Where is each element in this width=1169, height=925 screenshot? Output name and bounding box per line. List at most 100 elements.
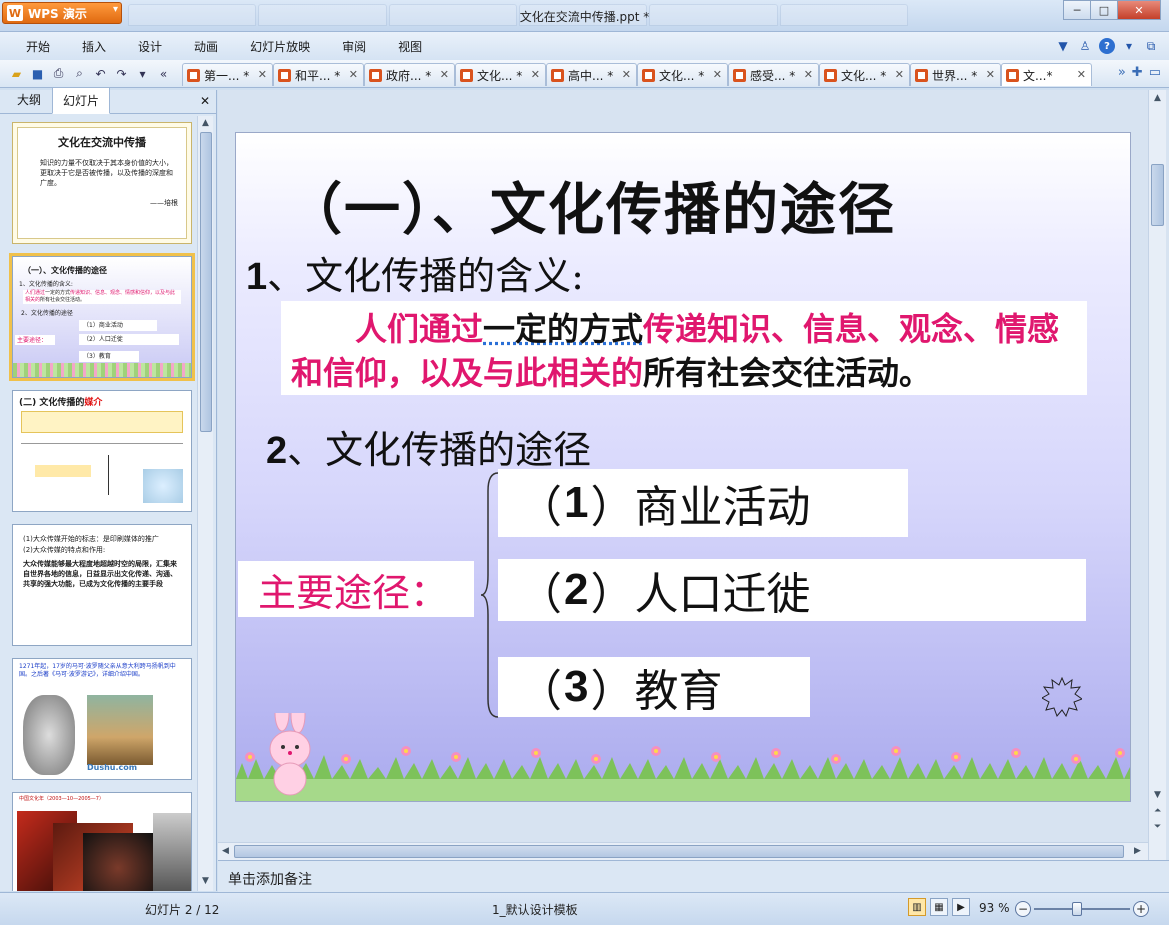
menu-insert[interactable]: 插入 (66, 38, 122, 55)
close-icon[interactable]: ✕ (804, 68, 813, 81)
close-icon[interactable]: ✕ (713, 68, 722, 81)
skin-icon[interactable]: ▼ (1055, 38, 1071, 54)
tab-slides[interactable]: 幻灯片 (52, 87, 111, 114)
scroll-up-icon[interactable]: ▲ (1154, 93, 1161, 103)
dock-icon[interactable]: ⧉ (1143, 38, 1159, 54)
close-button[interactable]: ✕ (1117, 0, 1161, 20)
new-tab-icon[interactable]: ✚ (1132, 65, 1143, 80)
menu-review[interactable]: 审阅 (326, 38, 382, 55)
prev-slide-icon[interactable]: ⏶ (1154, 806, 1161, 816)
thumb-title: (二) 文化传播的媒介 (19, 398, 103, 408)
slide-sorter-icon[interactable]: ▦ (930, 898, 948, 916)
route-number: 1 (564, 478, 589, 527)
menu-design[interactable]: 设计 (122, 38, 178, 55)
menu-animation[interactable]: 动画 (178, 38, 234, 55)
doc-tab-label: 感受... * (750, 68, 796, 83)
doc-tab-label: 文...* (1023, 68, 1053, 83)
doc-tab[interactable]: 文化... * ✕ (455, 63, 546, 86)
slide-vertical-scrollbar[interactable]: ▲ ▼ ⏶ ⏷ (1148, 90, 1166, 860)
menu-view[interactable]: 视图 (382, 38, 438, 55)
scroll-left-icon[interactable]: ◀ (222, 846, 229, 856)
slide-subheading-2[interactable]: 2、文化传播的途径 (266, 419, 591, 474)
chevron-down-icon[interactable]: ▾ (1121, 38, 1137, 54)
doc-tab[interactable]: 世界... * ✕ (910, 63, 1001, 86)
print-icon[interactable]: ⎙ (50, 65, 67, 82)
route-2-box[interactable]: （2）人口迁徙 (498, 559, 1086, 621)
scroll-down-icon[interactable]: ▼ (202, 876, 209, 886)
thumb-meadow (13, 363, 191, 377)
notes-pane[interactable]: 单击添加备注 (218, 860, 1169, 892)
title-bar: W WPS 演示 ▾ 文化在交流中传播.ppt * ─ □ ✕ (0, 0, 1169, 32)
slide-thumbnail-5[interactable]: 1271年起，17岁的马可·波罗随父亲从意大利跨马扬帆到中国。之后著《马可·波罗… (12, 658, 192, 780)
undo-icon[interactable]: ↶ (92, 65, 109, 82)
ppt-file-icon (551, 68, 564, 82)
route-label: 人口迁徙 (634, 569, 811, 620)
close-icon[interactable]: ✕ (440, 68, 449, 81)
doc-tab[interactable]: 感受... * ✕ (728, 63, 819, 86)
doc-tab[interactable]: 高中... * ✕ (546, 63, 637, 86)
slide-thumbnail-2[interactable]: （一）、文化传播的途径 1、文化传播的含义: 人们通过一定的方式传递知识、信息、… (9, 253, 195, 381)
menu-home[interactable]: 开始 (10, 38, 66, 55)
zoom-in-icon[interactable]: + (1133, 901, 1149, 917)
close-icon[interactable]: ✕ (349, 68, 358, 81)
close-icon[interactable]: ✕ (531, 68, 540, 81)
close-icon[interactable]: ✕ (1077, 68, 1086, 81)
slide-canvas[interactable]: （一）、文化传播的途径 1、文化传播的含义: 人们通过一定的方式传递知识、信息、… (235, 132, 1131, 802)
normal-view-icon[interactable]: ▥ (908, 898, 926, 916)
ppt-file-icon (460, 68, 473, 82)
main-route-label[interactable]: 主要途径： (238, 561, 474, 617)
tabs-scroll-right-icon[interactable]: » (1118, 65, 1126, 80)
scroll-up-icon[interactable]: ▲ (202, 118, 209, 128)
route-1-box[interactable]: （1）商业活动 (498, 469, 908, 537)
zoom-out-icon[interactable]: − (1015, 901, 1031, 917)
sub-text: 、文化传播的含义: (267, 254, 584, 298)
slide-title[interactable]: （一）、文化传播的途径 (286, 165, 896, 246)
thumb-body: 知识的力量不仅取决于其本身价值的大小，更取决于它是否被传播，以及传播的深度和广度… (40, 159, 173, 187)
scroll-down-icon[interactable]: ▼ (1154, 790, 1161, 800)
close-icon[interactable]: ✕ (200, 94, 210, 108)
doc-tab-label: 世界... * (932, 68, 978, 83)
save-icon[interactable]: ■ (29, 65, 46, 82)
scroll-thumb[interactable] (1151, 164, 1164, 226)
doc-tab[interactable]: 和平... * ✕ (273, 63, 364, 86)
print-preview-icon[interactable]: ⌕ (71, 65, 88, 82)
close-icon[interactable]: ✕ (622, 68, 631, 81)
doc-tab[interactable]: 文化... * ✕ (637, 63, 728, 86)
slideshow-view-icon[interactable]: ▶ (952, 898, 970, 916)
customize-toolbar-icon[interactable]: ▾ (134, 65, 151, 82)
doc-tab[interactable]: 文化... * ✕ (819, 63, 910, 86)
slide-thumbnail-3[interactable]: (二) 文化传播的媒介 (12, 390, 192, 512)
slide-thumbnail-6[interactable]: 中国文化年（2003—10—2005—7） (12, 792, 192, 891)
maximize-button[interactable]: □ (1090, 0, 1118, 20)
doc-tab[interactable]: 第一... * ✕ (182, 63, 273, 86)
doc-tab-active[interactable]: 文...* ✕ (1001, 63, 1092, 86)
scroll-right-icon[interactable]: ▶ (1134, 846, 1141, 856)
next-slide-icon[interactable]: ⏷ (1154, 822, 1161, 832)
close-icon[interactable]: ✕ (895, 68, 904, 81)
slide-horizontal-scrollbar[interactable]: ◀ ▶ (218, 842, 1148, 860)
shirt-icon[interactable]: ♙ (1077, 38, 1093, 54)
redo-icon[interactable]: ↷ (113, 65, 130, 82)
thumbnail-scrollbar[interactable]: ▲ ▼ (197, 116, 213, 891)
menu-slideshow[interactable]: 幻灯片放映 (234, 38, 326, 55)
tab-outline[interactable]: 大纲 (6, 86, 52, 113)
zoom-slider-track[interactable] (1034, 908, 1130, 910)
help-icon[interactable]: ? (1099, 38, 1115, 54)
close-icon[interactable]: ✕ (258, 68, 267, 81)
scroll-thumb[interactable] (234, 845, 1124, 858)
menu-bar: 开始 插入 设计 动画 幻灯片放映 审阅 视图 ▼ ♙ ? ▾ ⧉ (0, 32, 1169, 60)
slide-subheading-1[interactable]: 1、文化传播的含义: (246, 245, 584, 300)
definition-textbox[interactable]: 人们通过一定的方式传递知识、信息、观念、情感和信仰，以及与此相关的所有社会交往活… (281, 301, 1087, 395)
tab-list-icon[interactable]: ▭ (1149, 65, 1161, 80)
zoom-slider-handle[interactable] (1072, 902, 1082, 916)
slide-thumbnail-1[interactable]: 文化在交流中传播 知识的力量不仅取决于其本身价值的大小，更取决于它是否被传播，以… (12, 122, 192, 244)
tabs-scroll-left-icon[interactable]: « (155, 65, 172, 82)
minimize-button[interactable]: ─ (1063, 0, 1091, 20)
scroll-thumb[interactable] (200, 132, 212, 432)
route-3-box[interactable]: （3）教育 (498, 657, 810, 717)
open-folder-icon[interactable]: ▰ (8, 65, 25, 82)
close-icon[interactable]: ✕ (986, 68, 995, 81)
doc-tab[interactable]: 政府... * ✕ (364, 63, 455, 86)
slide-thumbnail-4[interactable]: (1)大众传媒开始的标志：是印刷媒体的推广 (2)大众传媒的特点和作用: 大众传… (12, 524, 192, 646)
thumb-main-route: 主要途径： (15, 335, 55, 345)
